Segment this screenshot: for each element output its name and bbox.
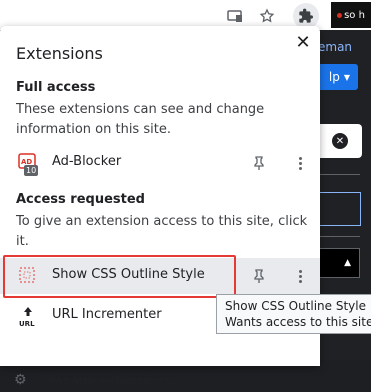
popup-title: Extensions [16,44,103,63]
svg-text:URL: URL [19,320,35,328]
more-options-icon[interactable] [291,153,309,173]
manage-extensions-button[interactable]: ⚙ Manage extensions [0,364,320,392]
page-username[interactable]: eman [318,40,352,54]
more-options-icon[interactable] [291,266,309,286]
ad-blocker-badge: 10 [26,166,37,175]
page-field[interactable] [318,192,361,226]
svg-text:AD: AD [21,158,32,166]
page-help-button[interactable]: lp ▼ [318,64,358,90]
profile-avatar[interactable]: so h [331,2,371,28]
page-divider [320,236,360,237]
extension-row-ad-blocker[interactable]: AD 10 Ad-Blocker [0,145,320,181]
manage-extensions-label: Manage extensions [44,374,170,389]
pin-icon[interactable] [250,267,268,285]
help-button-label: lp [328,70,340,84]
pin-icon[interactable] [250,154,268,172]
tooltip-subtitle: Wants access to this site [225,315,371,329]
extension-tooltip: Show CSS Outline Style Wants access to t… [216,294,371,334]
tooltip-title: Show CSS Outline Style [225,299,366,313]
url-incrementer-icon: URL [18,306,38,328]
page-select[interactable]: ▲ [318,248,360,278]
extension-name: URL Incrementer [52,307,162,322]
gear-icon: ⚙ [14,372,27,388]
access-requested-description: To give an extension access to this site… [16,214,308,249]
page-search-input[interactable]: ✕ [318,124,362,158]
avatar-dot [337,12,343,18]
avatar-text: so h [344,9,365,21]
full-access-description: These extensions can see and change info… [16,102,265,137]
dropdown-arrow-icon: ▼ [343,72,350,82]
full-access-heading: Full access [16,80,96,95]
select-arrow-icon: ▲ [344,258,351,268]
extension-name: Ad-Blocker [52,154,122,169]
page-divider [320,174,360,175]
highlight-outline [3,255,236,298]
close-icon[interactable]: ✕ [294,34,312,52]
access-requested-heading: Access requested [16,192,145,207]
clear-icon[interactable]: ✕ [332,133,348,149]
